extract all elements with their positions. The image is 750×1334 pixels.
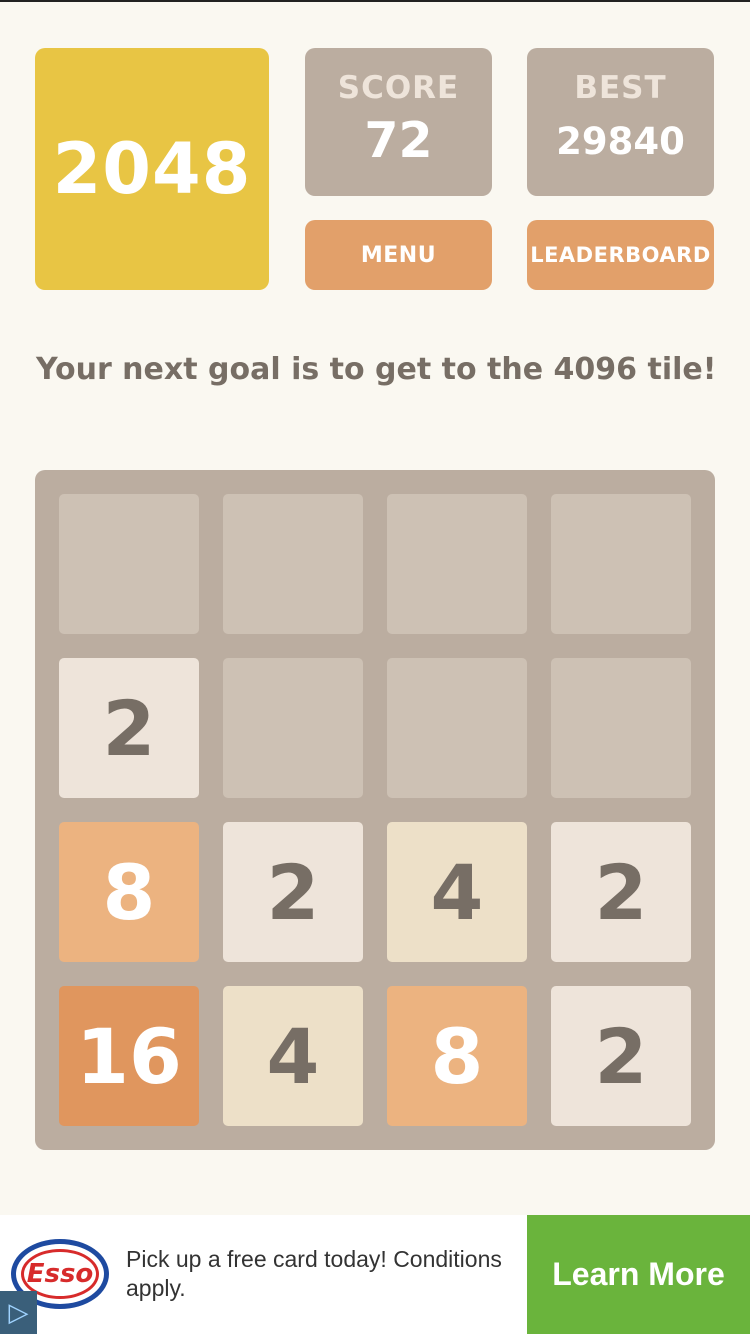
tile-8: 8 [59,822,199,962]
adchoices-icon[interactable]: ▷ [0,1291,37,1334]
tile-2: 2 [551,986,691,1126]
empty-cell [387,658,527,798]
best-box: BEST 29840 [527,48,714,196]
empty-cell [387,494,527,634]
empty-cell [551,494,691,634]
empty-cell [59,494,199,634]
tile-16: 16 [59,986,199,1126]
leaderboard-button[interactable]: LEADERBOARD [527,220,714,290]
tile-2: 2 [223,822,363,962]
best-value: 29840 [556,120,685,163]
ad-banner[interactable]: Esso Pick up a free card today! Conditio… [0,1215,750,1334]
tile-4: 4 [223,986,363,1126]
goal-text: Your next goal is to get to the 4096 til… [36,352,717,387]
empty-cell [223,494,363,634]
game-logo: 2048 [35,48,269,290]
score-box: SCORE 72 [305,48,492,196]
tile-2: 2 [551,822,691,962]
empty-cell [223,658,363,798]
tile-4: 4 [387,822,527,962]
learn-more-button[interactable]: Learn More [527,1215,750,1334]
ad-text: Pick up a free card today! Conditions ap… [126,1246,502,1301]
top-border [0,0,750,2]
menu-button[interactable]: MENU [305,220,492,290]
score-label: SCORE [337,70,460,106]
score-value: 72 [364,112,433,169]
tile-2: 2 [59,658,199,798]
empty-cell [551,658,691,798]
best-label: BEST [574,70,667,106]
game-board[interactable]: 2 8 2 4 2 16 4 8 2 [35,470,715,1150]
tile-8: 8 [387,986,527,1126]
